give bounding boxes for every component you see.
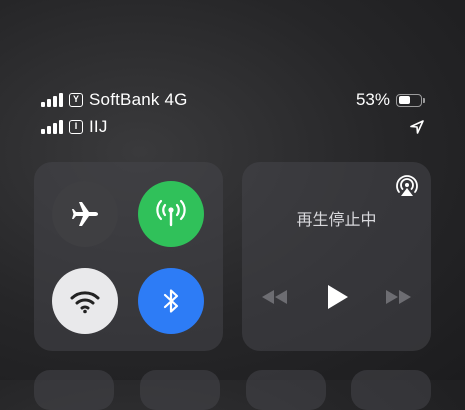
battery-fill <box>398 96 410 104</box>
control-tile[interactable] <box>351 370 431 410</box>
wifi-toggle[interactable] <box>52 268 118 334</box>
previous-track-button[interactable] <box>256 282 292 312</box>
carrier-name-secondary: IIJ <box>89 117 108 136</box>
fast-forward-icon <box>386 290 411 304</box>
status-row-primary: Y SoftBank 4G 53% <box>41 89 425 111</box>
bluetooth-toggle[interactable] <box>138 268 204 334</box>
battery-status: 53% <box>356 90 425 110</box>
cellular-data-toggle[interactable] <box>138 181 204 247</box>
location-arrow-icon <box>410 120 424 134</box>
sim-badge-secondary: I <box>69 120 83 134</box>
play-button[interactable] <box>322 282 352 312</box>
airplay-icon[interactable] <box>394 173 420 199</box>
rewind-icon <box>262 290 287 304</box>
play-icon <box>328 285 348 309</box>
battery-percentage: 53% <box>355 90 390 109</box>
media-player-module[interactable]: 再生停止中 <box>242 162 431 351</box>
control-tile[interactable] <box>140 370 220 410</box>
battery-icon <box>396 93 422 107</box>
connectivity-module <box>34 162 223 351</box>
bluetooth-icon <box>163 289 179 313</box>
carrier-name-primary: SoftBank 4G <box>89 90 188 109</box>
cellular-antenna-icon <box>156 199 186 227</box>
media-controls <box>242 282 431 312</box>
cellular-signal-icon <box>41 93 63 107</box>
battery-cap <box>423 97 425 103</box>
carrier-secondary: I IIJ <box>41 117 108 137</box>
wifi-icon <box>70 291 100 314</box>
carrier-primary: Y SoftBank 4G <box>41 90 188 110</box>
sim-badge-primary: Y <box>69 93 83 107</box>
airplane-icon <box>72 202 98 226</box>
control-tile[interactable] <box>34 370 114 410</box>
media-status-text: 再生停止中 <box>296 212 377 229</box>
control-tile[interactable] <box>246 370 326 410</box>
cellular-signal-icon <box>41 120 63 134</box>
next-track-button[interactable] <box>381 282 417 312</box>
airplane-mode-toggle[interactable] <box>52 181 118 247</box>
status-row-secondary: I IIJ <box>41 116 425 138</box>
